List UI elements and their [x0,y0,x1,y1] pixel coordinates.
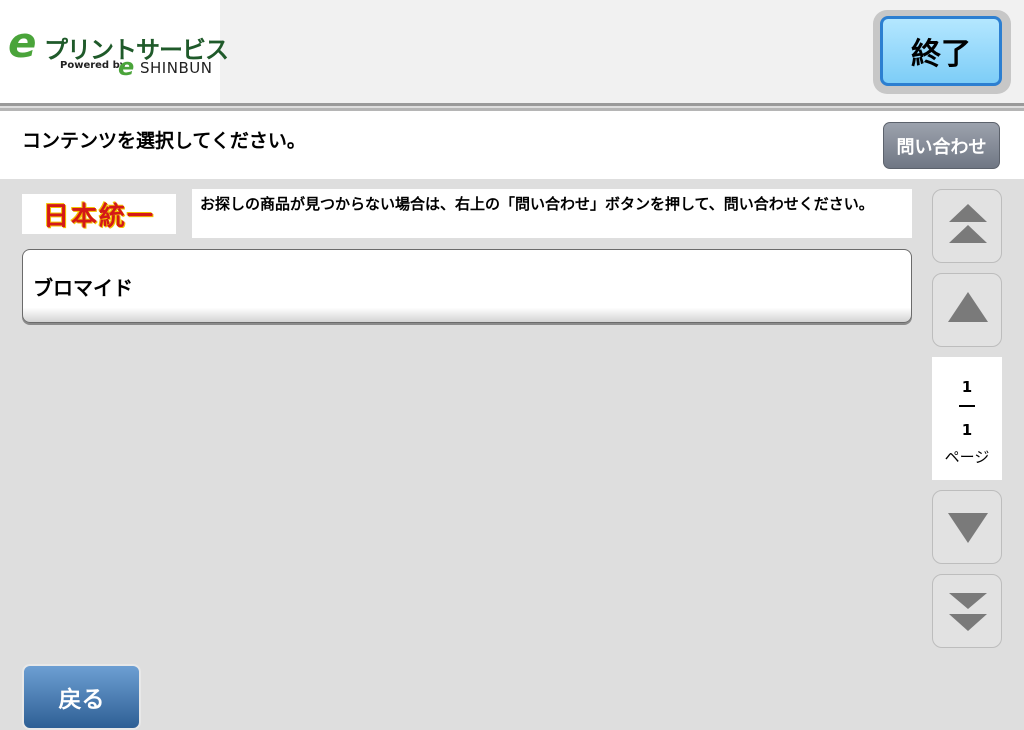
notice-text: お探しの商品が見つからない場合は、右上の「問い合わせ」ボタンを押して、問い合わせ… [192,189,912,238]
next-page-icon [948,513,988,543]
total-pages: 1 [961,421,973,439]
logo-e-small-icon: e [118,53,135,81]
logo-e-icon: e [8,18,37,67]
first-page-icon [949,204,987,243]
back-button[interactable]: 戻る [22,664,141,730]
content-banner: 日本統一 [22,194,176,234]
eprint-logo: e プリントサービス Powered by e SHINBUN [0,0,229,103]
page-divider [959,405,975,407]
last-page-button[interactable] [932,574,1002,648]
banner-title: 日本統一 [42,201,155,232]
header-divider [0,103,1024,106]
page-label: ページ [944,448,990,466]
logo-brand: SHINBUN [140,59,213,77]
first-page-button[interactable] [932,189,1002,263]
logo-powered-by: Powered by [60,60,127,71]
end-button[interactable]: 終了 [880,16,1002,86]
prev-page-button[interactable] [932,273,1002,347]
current-page: 1 [961,378,973,396]
content-item-bromide[interactable]: ブロマイド [22,249,912,323]
prev-page-icon [948,292,988,322]
inquiry-button[interactable]: 問い合わせ [883,122,1000,169]
page-title: コンテンツを選択してください。 [22,130,306,152]
next-page-button[interactable] [932,490,1002,564]
last-page-icon [949,593,987,631]
